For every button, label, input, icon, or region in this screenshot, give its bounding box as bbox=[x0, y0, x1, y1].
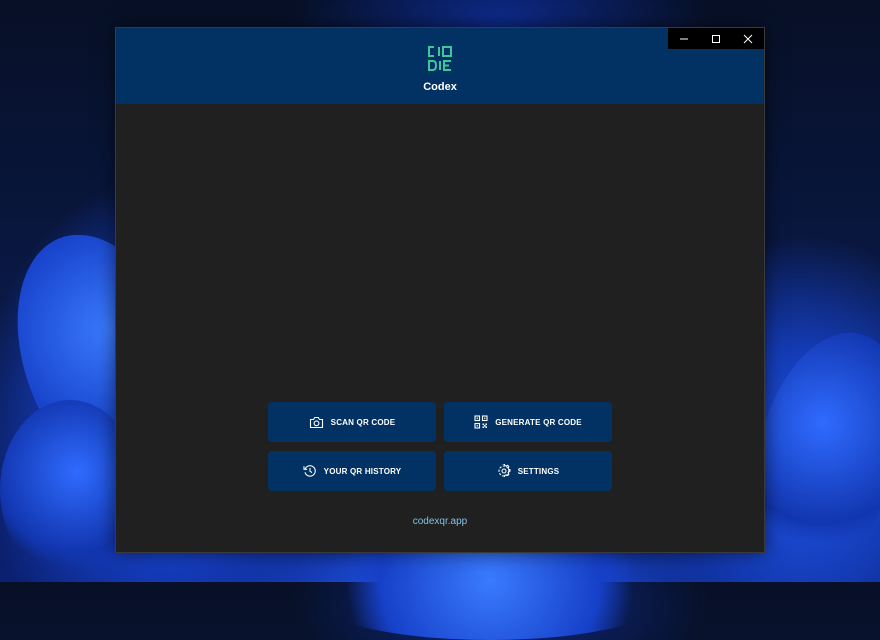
qr-code-icon bbox=[474, 415, 488, 429]
minimize-icon bbox=[680, 38, 688, 39]
generate-qr-label: GENERATE QR CODE bbox=[495, 417, 582, 427]
app-title: Codex bbox=[423, 81, 457, 93]
codex-logo-icon bbox=[428, 46, 452, 71]
window-controls bbox=[668, 28, 764, 49]
camera-icon bbox=[309, 416, 323, 428]
close-icon bbox=[743, 34, 753, 43]
app-window: Codex SCAN QR CODE GENERATE QR CODE YOUR… bbox=[115, 27, 765, 553]
generate-qr-button[interactable]: GENERATE QR CODE bbox=[444, 402, 612, 442]
gear-icon bbox=[498, 464, 511, 478]
qr-history-button[interactable]: YOUR QR HISTORY bbox=[268, 451, 436, 491]
wallpaper-petal bbox=[300, 540, 680, 640]
scan-qr-button[interactable]: SCAN QR CODE bbox=[268, 402, 436, 442]
close-button[interactable] bbox=[732, 28, 764, 49]
app-header: Codex bbox=[116, 28, 764, 104]
settings-label: SETTINGS bbox=[517, 466, 560, 476]
minimize-button[interactable] bbox=[668, 28, 700, 49]
scan-qr-label: SCAN QR CODE bbox=[330, 417, 396, 427]
history-icon bbox=[303, 465, 316, 477]
qr-history-label: YOUR QR HISTORY bbox=[323, 466, 402, 476]
website-link[interactable]: codexqr.app bbox=[116, 516, 764, 527]
maximize-button[interactable] bbox=[700, 28, 732, 49]
maximize-icon bbox=[712, 34, 720, 43]
settings-button[interactable]: SETTINGS bbox=[444, 451, 612, 491]
